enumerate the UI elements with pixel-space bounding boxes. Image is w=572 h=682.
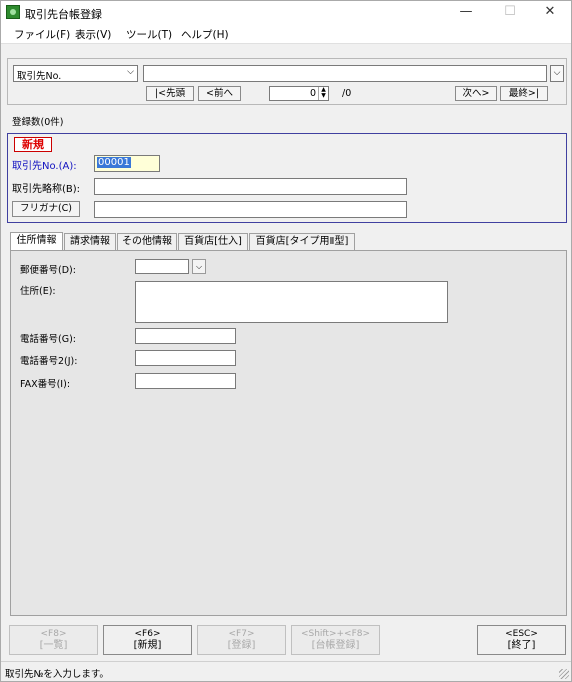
search-key-value: 取引先No. — [17, 71, 62, 82]
register-button-key: <F7> — [228, 629, 255, 639]
resize-grip-icon[interactable] — [559, 669, 569, 679]
zip-label: 郵便番号(D): — [20, 265, 76, 276]
list-button-key: <F8> — [40, 629, 67, 639]
mode-badge: 新規 — [14, 137, 52, 152]
new-button[interactable]: <F6> [新規] — [103, 625, 192, 655]
tab-address[interactable]: 住所情報 — [10, 232, 63, 251]
tab-dept-store-type2[interactable]: 百貨店[タイプ用Ⅱ型] — [249, 233, 355, 250]
status-text: 取引先№を入力します。 — [5, 669, 109, 680]
close-button[interactable]: ✕ — [529, 1, 571, 24]
spin-icon[interactable]: ▲ ▼ — [318, 87, 328, 100]
phone-label: 電話番号(G): — [20, 334, 76, 345]
address-label: 住所(E): — [20, 286, 56, 297]
menu-bar: ファイル(F) 表示(V) ツール(T) ヘルプ(H) — [1, 24, 571, 44]
customer-no-label: 取引先No.(A): — [12, 161, 77, 172]
record-position-input[interactable]: 0 ▲ ▼ — [269, 86, 329, 101]
short-name-label: 取引先略称(B): — [12, 184, 81, 195]
first-record-button[interactable]: |<先頭 — [146, 86, 194, 101]
new-button-key: <F6> — [134, 629, 161, 639]
exit-button[interactable]: <ESC> [終了] — [477, 625, 566, 655]
address-input[interactable] — [135, 281, 448, 323]
ledger-register-button-label: [台帳登録] — [311, 640, 360, 651]
chevron-down-icon: ⌵ — [195, 262, 203, 271]
list-button-label: [一覧] — [39, 640, 68, 651]
search-key-select[interactable]: 取引先No. ⌵ — [13, 65, 138, 82]
record-header-panel: 新規 取引先No.(A): 00001 取引先略称(B): フリガナ(C) — [7, 133, 567, 223]
phone2-label: 電話番号2(J): — [20, 356, 78, 367]
maximize-button[interactable]: ☐ — [489, 1, 531, 24]
last-record-button[interactable]: 最終>| — [500, 86, 548, 101]
ledger-register-button[interactable]: <Shift>+<F8> [台帳登録] — [291, 625, 380, 655]
zip-dropdown-button[interactable]: ⌵ — [192, 259, 206, 274]
chevron-down-icon: ⌵ — [553, 68, 561, 78]
main-window: 取引先台帳登録 — ☐ ✕ ファイル(F) 表示(V) ツール(T) ヘルプ(H… — [0, 0, 572, 682]
tab-other[interactable]: その他情報 — [117, 233, 177, 250]
tab-dept-store-purchase[interactable]: 百貨店[仕入] — [178, 233, 248, 250]
chevron-down-icon: ⌵ — [127, 67, 134, 77]
address-tab-panel: 郵便番号(D): ⌵ 住所(E): 電話番号(G): 電話番号2(J): FAX… — [10, 250, 567, 616]
title-bar: 取引先台帳登録 — ☐ ✕ — [1, 1, 571, 24]
short-name-input[interactable] — [94, 178, 407, 195]
customer-no-input[interactable]: 00001 — [94, 155, 160, 172]
record-count-label: 登録数(0件) — [12, 117, 64, 128]
window-title: 取引先台帳登録 — [25, 8, 102, 21]
record-total: /0 — [342, 88, 352, 99]
ledger-register-button-key: <Shift>+<F8> — [300, 629, 371, 639]
register-button[interactable]: <F7> [登録] — [197, 625, 286, 655]
menu-help[interactable]: ヘルプ(H) — [181, 27, 229, 42]
furigana-input[interactable] — [94, 201, 407, 218]
menu-tools[interactable]: ツール(T) — [126, 27, 172, 42]
exit-button-key: <ESC> — [505, 629, 538, 639]
list-button[interactable]: <F8> [一覧] — [9, 625, 98, 655]
search-dropdown-button[interactable]: ⌵ — [550, 65, 564, 82]
new-button-label: [新規] — [133, 640, 162, 651]
fax-label: FAX番号(I): — [20, 379, 71, 390]
fax-input[interactable] — [135, 373, 236, 389]
phone-input[interactable] — [135, 328, 236, 344]
phone2-input[interactable] — [135, 350, 236, 366]
app-icon — [6, 5, 20, 19]
menu-file[interactable]: ファイル(F) — [14, 27, 70, 42]
customer-no-value: 00001 — [97, 157, 131, 168]
minimize-button[interactable]: — — [445, 1, 487, 24]
register-button-label: [登録] — [227, 640, 256, 651]
search-panel: 取引先No. ⌵ ⌵ |<先頭 <前へ 0 ▲ ▼ /0 次へ> 最終>| — [7, 58, 567, 105]
menu-view[interactable]: 表示(V) — [75, 27, 111, 42]
exit-button-label: [終了] — [507, 640, 536, 651]
next-record-button[interactable]: 次へ> — [455, 86, 497, 101]
record-position-value: 0 — [309, 88, 316, 99]
zip-input[interactable] — [135, 259, 189, 274]
furigana-button[interactable]: フリガナ(C) — [12, 201, 80, 217]
tab-billing[interactable]: 請求情報 — [64, 233, 116, 250]
prev-record-button[interactable]: <前へ — [198, 86, 241, 101]
status-bar: 取引先№を入力します。 — [1, 661, 571, 681]
search-value-input[interactable] — [143, 65, 547, 82]
